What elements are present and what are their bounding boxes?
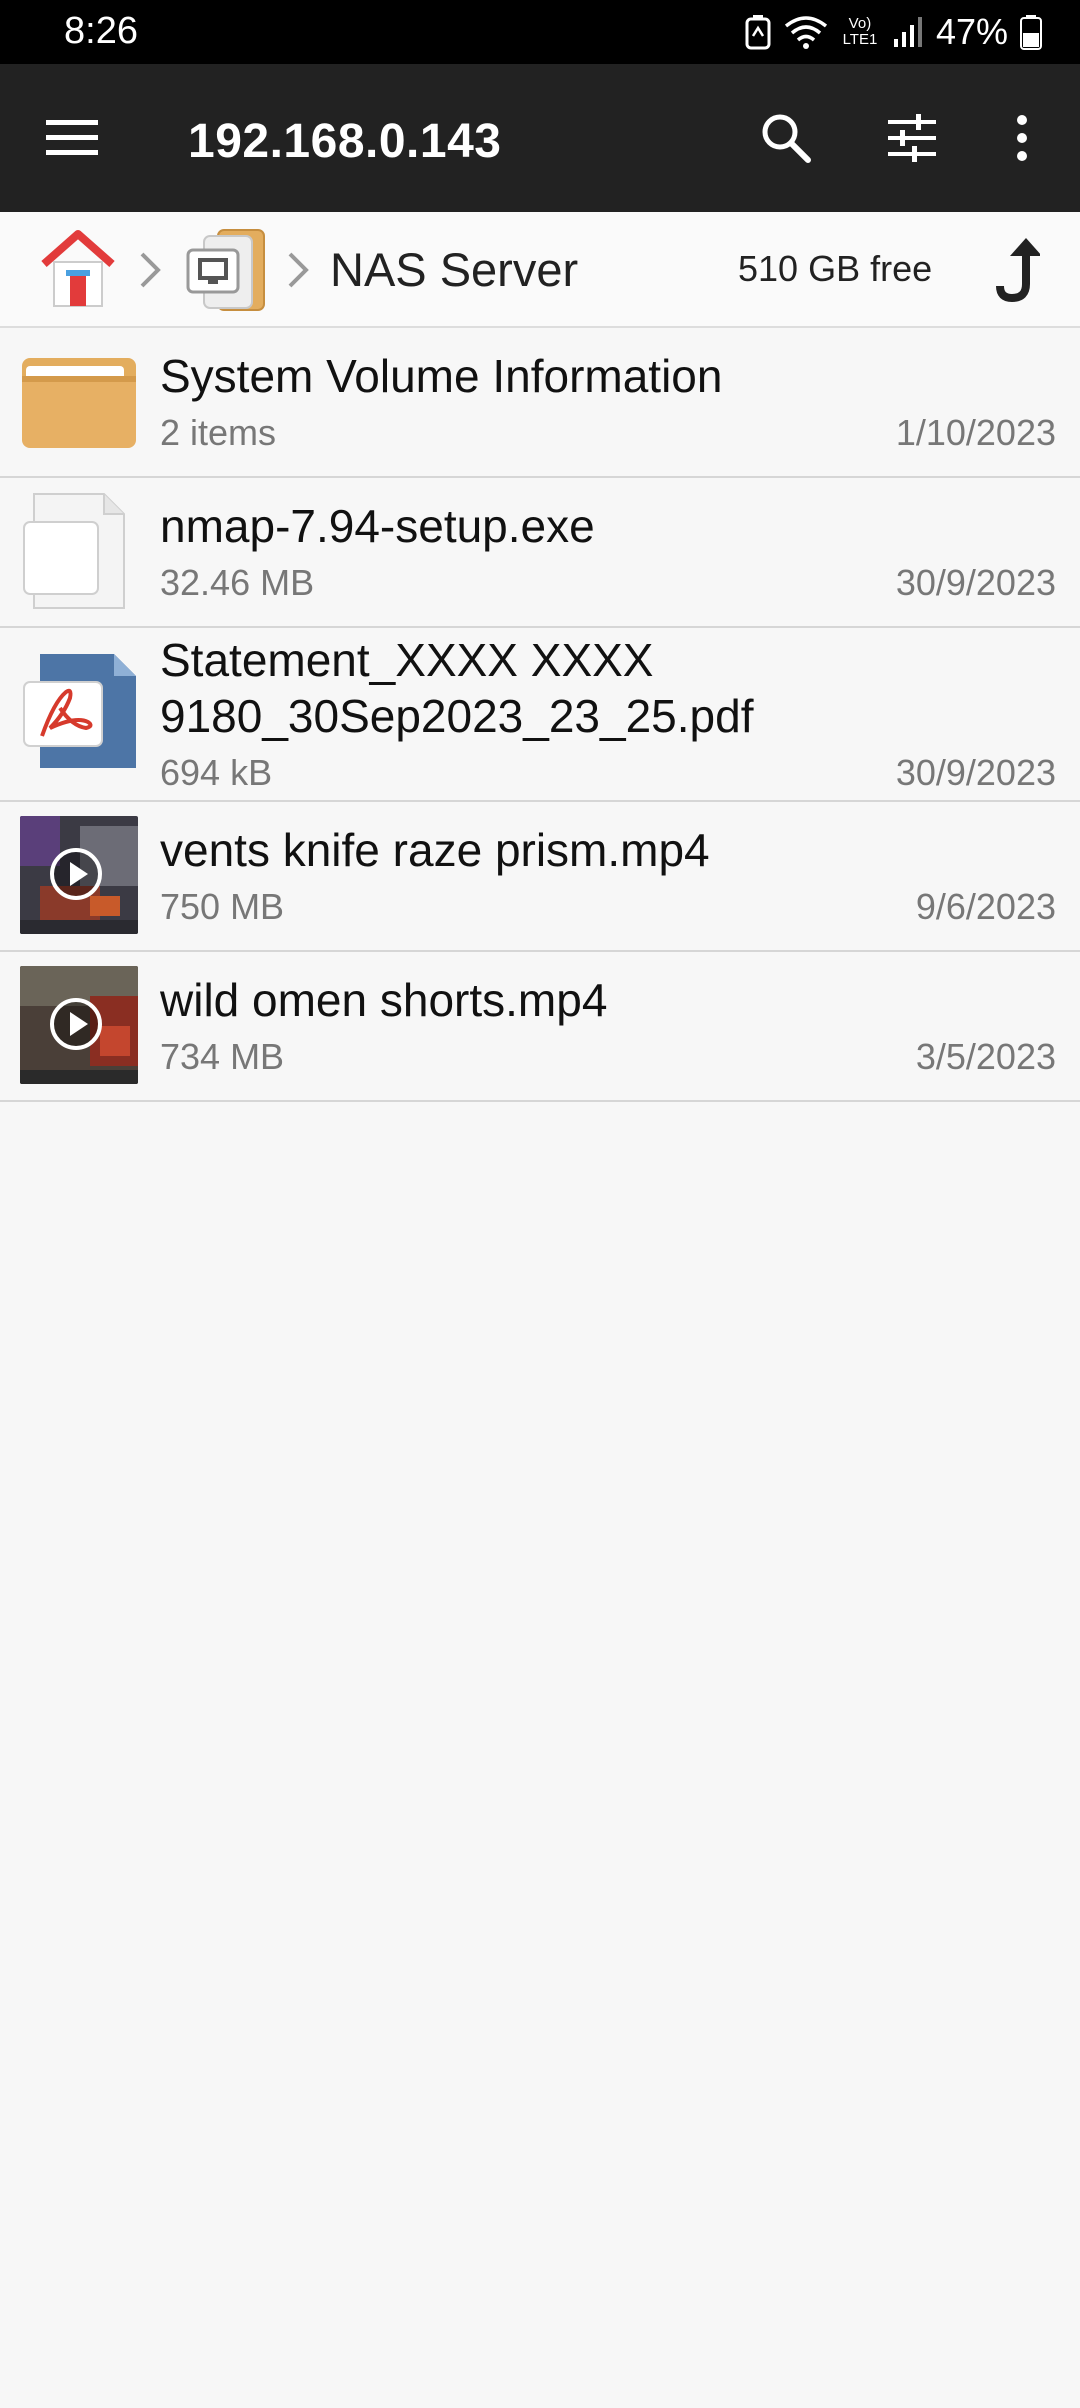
free-space-label: 510 GB free — [738, 248, 933, 289]
network-label: Vo) LTE1 — [842, 15, 878, 48]
list-item[interactable]: nmap-7.94-setup.exe 32.46 MB 30/9/2023 — [0, 478, 1080, 628]
video-thumbnail — [20, 966, 138, 1084]
file-meta: 694 kB — [160, 752, 273, 793]
file-meta: 734 MB — [160, 1036, 285, 1077]
sliders-icon[interactable] — [882, 108, 942, 168]
file-date: 1/10/2023 — [895, 412, 1056, 453]
folder-icon — [22, 358, 136, 448]
home-icon[interactable] — [36, 226, 120, 310]
wifi-icon — [784, 16, 828, 49]
file-name-line-2: 9180_30Sep2023_23_25.pdf — [160, 690, 754, 742]
search-icon[interactable] — [756, 108, 816, 168]
status-time: 8:26 — [64, 10, 138, 52]
chevron-right-icon — [288, 252, 309, 288]
more-vert-icon[interactable] — [1000, 108, 1060, 168]
battery-percent: 47% — [935, 11, 1008, 52]
list-item[interactable]: System Volume Information 2 items 1/10/2… — [0, 328, 1080, 478]
network-computer-icon[interactable] — [180, 226, 272, 314]
list-item[interactable]: Statement_XXXX XXXX 9180_30Sep2023_23_25… — [0, 628, 1080, 802]
file-date: 3/5/2023 — [915, 1036, 1056, 1077]
file-list: System Volume Information 2 items 1/10/2… — [0, 328, 1080, 1102]
pdf-icon — [23, 654, 136, 768]
signal-icon — [893, 17, 922, 47]
battery-icon — [1020, 15, 1042, 50]
file-meta: 750 MB — [160, 886, 285, 927]
up-arrow-icon[interactable] — [990, 236, 1040, 304]
app-bar: 192.168.0.143 — [0, 64, 1080, 212]
generic-file-icon — [23, 493, 125, 609]
file-date: 30/9/2023 — [895, 562, 1056, 603]
file-meta: 2 items — [160, 412, 277, 453]
file-name: wild omen shorts.mp4 — [160, 974, 608, 1026]
page-title: 192.168.0.143 — [188, 115, 502, 168]
file-date: 30/9/2023 — [895, 752, 1056, 793]
breadcrumb-current[interactable]: NAS Server — [330, 242, 578, 297]
file-name: vents knife raze prism.mp4 — [160, 824, 710, 876]
file-name: Statement_XXXX XXXX 9180_30Sep2023_23_25… — [160, 632, 754, 744]
chevron-right-icon — [140, 252, 161, 288]
status-bar: 8:26 Vo) LTE1 47% — [0, 0, 1080, 64]
file-date: 9/6/2023 — [915, 886, 1056, 927]
menu-icon[interactable] — [44, 114, 100, 162]
breadcrumb: NAS Server 510 GB free — [0, 212, 1080, 328]
battery-saver-icon — [745, 15, 771, 50]
list-item[interactable]: vents knife raze prism.mp4 750 MB 9/6/20… — [0, 802, 1080, 952]
video-thumbnail — [20, 816, 138, 934]
list-item[interactable]: wild omen shorts.mp4 734 MB 3/5/2023 — [0, 952, 1080, 1102]
file-meta: 32.46 MB — [160, 562, 315, 603]
file-name: System Volume Information — [160, 350, 723, 402]
status-icons: Vo) LTE1 47% — [744, 10, 1042, 54]
file-name-line-1: Statement_XXXX XXXX — [160, 634, 654, 686]
file-name: nmap-7.94-setup.exe — [160, 500, 595, 552]
